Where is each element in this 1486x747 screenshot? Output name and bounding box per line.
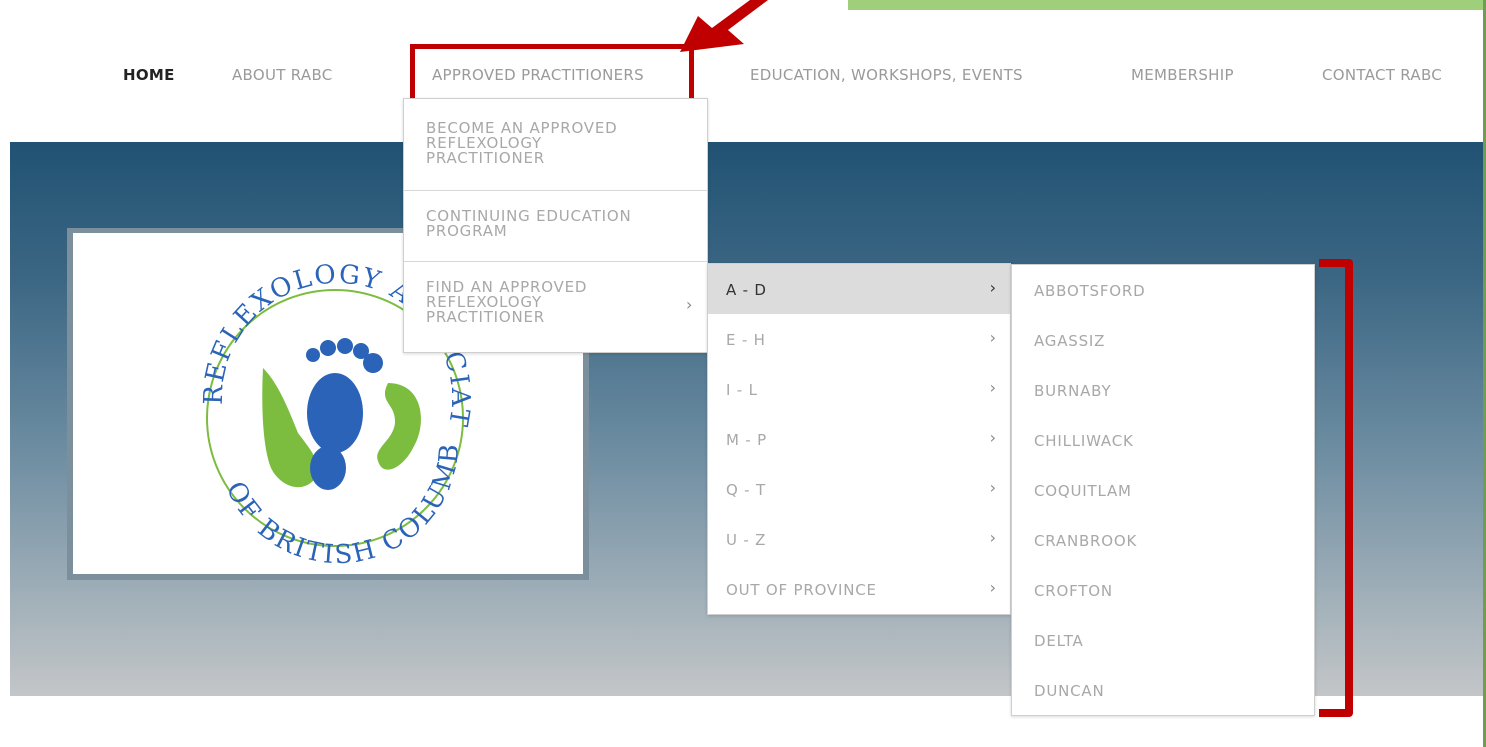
city-label: DUNCAN: [1034, 682, 1105, 700]
dropdown-item-become-practitioner[interactable]: BECOME AN APPROVED REFLEXOLOGY PRACTITIO…: [426, 121, 618, 166]
dropdown-divider: [404, 190, 707, 191]
city-item-duncan[interactable]: DUNCAN: [1012, 665, 1314, 715]
city-item-delta[interactable]: DELTA: [1012, 615, 1314, 665]
chevron-right-icon: ›: [989, 328, 996, 347]
nav-membership[interactable]: MEMBERSHIP: [1131, 66, 1234, 84]
city-label: AGASSIZ: [1034, 332, 1106, 350]
city-item-crofton[interactable]: CROFTON: [1012, 565, 1314, 615]
nav-education-workshops-events[interactable]: EDUCATION, WORKSHOPS, EVENTS: [750, 66, 1023, 84]
chevron-right-icon: ›: [989, 528, 996, 547]
nav-about-rabc[interactable]: ABOUT RABC: [232, 66, 333, 84]
submenu-item-label: U - Z: [726, 531, 767, 549]
submenu-item-label: Q - T: [726, 481, 766, 499]
city-label: DELTA: [1034, 632, 1084, 650]
submenu-item-m-p[interactable]: M - P ›: [708, 414, 1010, 464]
city-item-burnaby[interactable]: BURNABY: [1012, 365, 1314, 415]
chevron-right-icon: ›: [989, 428, 996, 447]
city-submenu: ABBOTSFORD AGASSIZ BURNABY CHILLIWACK CO…: [1011, 264, 1315, 716]
city-label: CROFTON: [1034, 582, 1113, 600]
submenu-item-e-h[interactable]: E - H ›: [708, 314, 1010, 364]
submenu-item-out-of-province[interactable]: OUT OF PROVINCE ›: [708, 564, 1010, 614]
region-submenu: A - D › E - H › I - L › M - P › Q - T › …: [707, 263, 1011, 615]
nav-home[interactable]: HOME: [123, 66, 175, 84]
chevron-right-icon: ›: [989, 278, 996, 297]
chevron-right-icon: ›: [989, 378, 996, 397]
city-item-cranbrook[interactable]: CRANBROOK: [1012, 515, 1314, 565]
city-item-agassiz[interactable]: AGASSIZ: [1012, 315, 1314, 365]
submenu-item-a-d[interactable]: A - D ›: [708, 264, 1010, 314]
submenu-item-q-t[interactable]: Q - T ›: [708, 464, 1010, 514]
dropdown-divider: [404, 261, 707, 262]
submenu-item-label: I - L: [726, 381, 758, 399]
dropdown-item-continuing-education[interactable]: CONTINUING EDUCATION PROGRAM: [426, 209, 632, 239]
chevron-right-icon: ›: [989, 478, 996, 497]
submenu-item-i-l[interactable]: I - L ›: [708, 364, 1010, 414]
city-label: ABBOTSFORD: [1034, 282, 1146, 300]
submenu-item-label: E - H: [726, 331, 766, 349]
chevron-right-icon: ›: [686, 295, 693, 314]
city-item-abbotsford[interactable]: ABBOTSFORD: [1012, 265, 1314, 315]
annotation-highlight-box: [410, 44, 694, 105]
city-label: CHILLIWACK: [1034, 432, 1134, 450]
approved-practitioners-dropdown: BECOME AN APPROVED REFLEXOLOGY PRACTITIO…: [403, 98, 708, 353]
annotation-bracket: [1319, 259, 1353, 717]
city-label: CRANBROOK: [1034, 532, 1138, 550]
city-label: COQUITLAM: [1034, 482, 1132, 500]
top-green-bar: [848, 0, 1486, 10]
submenu-item-u-z[interactable]: U - Z ›: [708, 514, 1010, 564]
submenu-item-label: OUT OF PROVINCE: [726, 581, 877, 599]
dropdown-item-find-practitioner[interactable]: FIND AN APPROVED REFLEXOLOGY PRACTITIONE…: [426, 280, 587, 325]
submenu-item-label: M - P: [726, 431, 767, 449]
city-item-coquitlam[interactable]: COQUITLAM: [1012, 465, 1314, 515]
city-label: BURNABY: [1034, 382, 1112, 400]
chevron-right-icon: ›: [989, 578, 996, 597]
city-item-chilliwack[interactable]: CHILLIWACK: [1012, 415, 1314, 465]
nav-contact-rabc[interactable]: CONTACT RABC: [1322, 66, 1442, 84]
main-nav: HOME ABOUT RABC APPROVED PRACTITIONERS E…: [0, 52, 1483, 102]
submenu-item-label: A - D: [726, 281, 767, 299]
